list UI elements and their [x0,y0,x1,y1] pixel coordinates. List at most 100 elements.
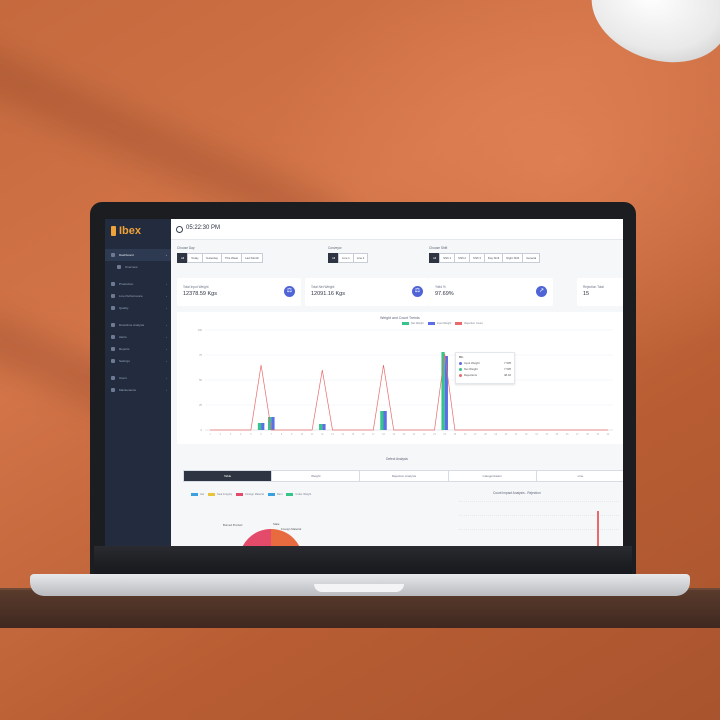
pareto-bar[interactable] [597,511,599,546]
filter-option-button[interactable]: Today [187,253,203,263]
menu-icon [111,347,115,351]
chart-legend[interactable]: Net Weight Input Weight Rejection Count [402,322,487,325]
tooltip-swatch [459,367,462,371]
menu-icon [111,359,115,363]
filter-option-button[interactable]: Day Shift [483,253,504,263]
x-tick-label: 37 [576,433,579,436]
chevron-down-icon: › [166,376,167,380]
bar-input-weight[interactable] [322,424,326,430]
stat-label: Yield % [435,285,446,289]
sidebar-item-label: Overview [125,265,138,269]
tab-table[interactable]: Table [184,471,273,481]
legend-swatch [286,493,294,496]
filter-option-button[interactable]: This Week [220,253,243,263]
x-tick-label: 2 [220,433,222,436]
x-tick-label: 7 [271,433,273,436]
filter-option-button[interactable]: Line 1 [338,253,354,263]
defect-analysis-title: Defect Analysis [386,457,408,461]
pie-label: Foreign Material [281,527,302,531]
filter-group: Conveyor All Line 1 Line 2 [328,246,369,263]
trend-chart: 02550751001 2 3 4 5 6 7 8 9 10 11 12 13 14 15 16 17 18 19 2… [198,328,613,436]
pie-legend-item[interactable]: Under Weight [286,493,311,496]
menu-icon [111,306,115,310]
pie-legend[interactable]: Gel Seal Integrity Foreign Material Dent Und… [191,493,331,499]
line-rejection-count[interactable] [210,353,608,431]
sidebar-item[interactable]: Quality › [105,302,171,314]
pie-label: Stale [273,522,280,526]
x-tick-label: 40 [607,433,610,436]
sidebar-item[interactable]: Settings › [105,355,171,367]
sidebar-item[interactable]: Dashboard › [105,249,171,261]
bar-input-weight[interactable] [383,411,387,430]
sidebar-item[interactable]: Downtime Analysis › [105,319,171,331]
tooltip-label: Input Weight [464,361,480,365]
bar-net-weight[interactable] [319,424,323,430]
stat-label: Total Input Weight [183,285,209,289]
sidebar-item[interactable]: Maintenance › [105,384,171,396]
x-tick-label: 13 [331,433,334,436]
sidebar-item[interactable]: Reports › [105,343,171,355]
tab-rejection-analysis[interactable]: Rejection Analysis [360,471,449,481]
bar-input-weight[interactable] [261,423,265,430]
bar-net-weight[interactable] [380,411,384,430]
menu-icon [111,282,115,286]
main-content: 05:22:30 PM Choose Day All Today Yesterday T… [171,219,623,546]
pie-legend-item[interactable]: Gel [191,493,204,496]
laptop-bezel [94,546,632,574]
filter-option-button[interactable]: Night Shift [502,253,524,263]
filter-bar: Choose Day All Today Yesterday This Week Last… [177,246,617,268]
pie-legend-item[interactable]: Seal Integrity [208,493,232,496]
legend-swatch [455,322,463,325]
pie-legend-item[interactable]: Dent [267,493,282,496]
tab-line[interactable]: Line [537,471,623,481]
tooltip-value: 7.505 [504,361,511,365]
bar-net-weight[interactable] [257,423,262,430]
sidebar-item[interactable]: Overview [105,261,171,273]
topbar: 05:22:30 PM [171,219,623,240]
x-tick-label: 31 [515,433,518,436]
pie-legend-item[interactable]: Foreign Material [236,493,264,496]
sidebar: Ibex Dashboard › Overview Production › Line P… [105,219,171,546]
x-tick-label: 21 [413,433,416,436]
x-tick-label: 24 [443,433,446,436]
sidebar-item-label: Quality [119,306,129,310]
filter-option-button[interactable]: Yesterday [201,253,222,263]
x-tick-label: 35 [556,433,559,436]
x-tick-label: 22 [423,433,426,436]
logo-icon [111,226,116,236]
menu-icon [111,253,115,257]
sidebar-item-label: Settings [119,359,130,363]
x-tick-label: 15 [352,433,355,436]
bar-input-weight[interactable] [271,417,275,430]
stat-label: Total Net Weight [311,285,335,289]
defect-pie-chart[interactable] [239,529,303,546]
filter-option-button[interactable]: Shift 2 [454,253,470,263]
sidebar-item[interactable]: Line Performance › [105,290,171,302]
sidebar-item[interactable]: Alerts › [105,331,171,343]
filter-option-button[interactable]: Line 2 [352,253,369,263]
menu-icon [111,376,115,380]
sidebar-item[interactable]: Users › [105,372,171,384]
tooltip-label: Rejections [464,373,478,377]
menu-icon [111,388,115,392]
stat-card: Yield % 97.69% ↗ [429,278,553,306]
sidebar-item[interactable]: Production › [105,278,171,290]
legend-label: Foreign Material [245,493,264,496]
y-tick-label: 25 [199,403,202,407]
filter-group: Choose Shift All Shift 1 Shift 2 Shift 3 Day … [429,246,541,263]
tab-weight[interactable]: Weight [272,471,361,481]
trend-up-icon: ↗ [536,286,547,297]
chart-tooltip: Bin Input Weight 7.505 Net Weight 7.505 Rejec… [455,352,515,384]
filter-option-button[interactable]: Shift 3 [468,253,485,263]
x-tick-label: 11 [311,433,314,436]
x-tick-label: 25 [454,433,457,436]
filter-option-button[interactable]: General [522,253,541,263]
x-tick-label: 10 [301,433,304,436]
tab-categorization[interactable]: Categorization [449,471,537,481]
legend-label: Net Weight [411,322,424,325]
filter-option-button[interactable]: Last Month [241,253,263,263]
sidebar-item-label: Users [119,376,127,380]
laptop-screen: Ibex Dashboard › Overview Production › Line P… [105,219,623,546]
x-tick-label: 33 [535,433,538,436]
filter-option-button[interactable]: Shift 1 [439,253,456,263]
